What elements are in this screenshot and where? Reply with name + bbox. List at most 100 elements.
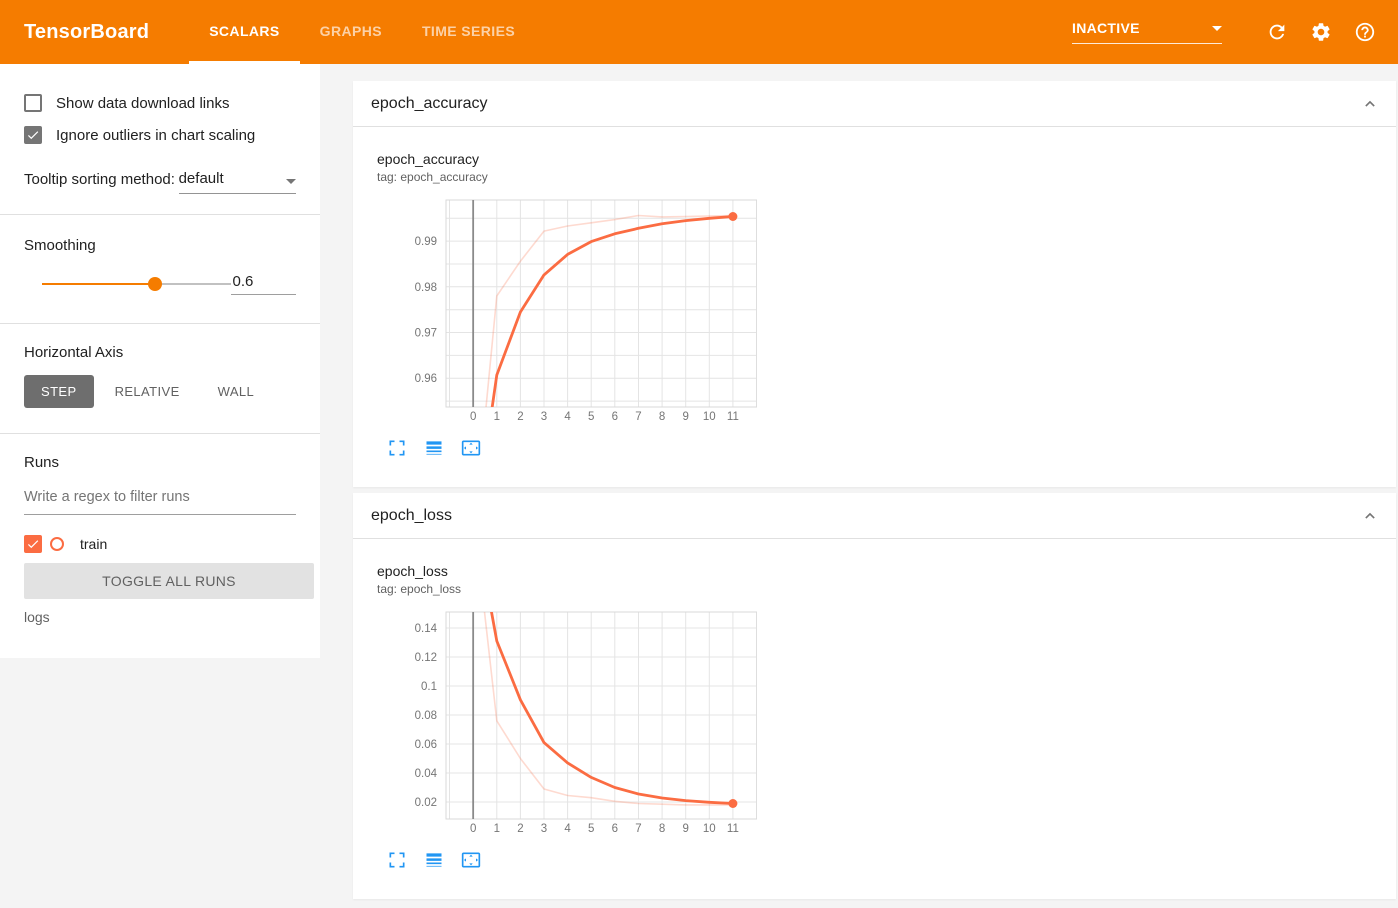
runs-filter-input[interactable] [24,481,296,515]
svg-text:0.96: 0.96 [415,373,437,385]
svg-text:0: 0 [470,411,476,423]
ignore-outliers-checkbox[interactable] [24,126,42,144]
loss-line-chart[interactable]: 0.02 0.04 0.06 0.08 0.1 0.12 0.14 0 1 2 3 4 5 6 7 8 9 10 1… [377,606,757,842]
dashboard-tabs: SCALARS GRAPHS TIME SERIES [189,0,535,64]
svg-text:0.04: 0.04 [415,768,438,780]
divider [0,433,320,434]
runs-label: Runs [24,454,60,471]
axis-relative-button[interactable]: RELATIVE [98,375,197,408]
horizontal-axis-label: Horizontal Axis [24,344,124,361]
slider-fill [42,283,156,285]
collapse-chevron-up-icon[interactable] [1360,506,1380,526]
settings-gear-icon[interactable] [1310,21,1332,43]
logdir-label: logs [24,609,50,625]
svg-text:2: 2 [517,823,523,835]
chart-tag: tag: epoch_accuracy [377,170,488,184]
chart-action-buttons [387,850,1396,870]
toolbar-controls: INACTIVE [1072,0,1398,64]
help-question-icon[interactable] [1354,21,1376,43]
reload-status-value: INACTIVE [1072,20,1140,36]
chart-tag: tag: epoch_loss [377,582,462,596]
section-title: epoch_accuracy [371,94,488,112]
svg-text:4: 4 [564,823,571,835]
line-weight-log-scale-icon[interactable] [424,438,444,458]
tooltip-sorting-label: Tooltip sorting method: [24,171,175,188]
svg-text:0.14: 0.14 [415,623,438,635]
svg-text:0.98: 0.98 [415,282,437,294]
app-title: TensorBoard [24,20,150,43]
axis-step-button[interactable]: STEP [24,375,94,408]
chart-title: epoch_accuracy [377,151,479,167]
svg-text:1: 1 [494,823,500,835]
refresh-icon[interactable] [1266,21,1288,43]
check-icon [27,540,39,549]
tab-time-series[interactable]: TIME SERIES [402,0,535,64]
fullscreen-expand-icon[interactable] [387,850,407,870]
svg-text:8: 8 [659,411,665,423]
chevron-down-icon [286,179,296,184]
tab-graphs[interactable]: GRAPHS [300,0,402,64]
slider-thumb[interactable] [148,277,163,291]
epoch-loss-card: epoch_loss tag: epoch_loss 0.02 0.04 0.06 0… [353,539,1396,899]
svg-text:0.06: 0.06 [415,739,437,751]
chevron-down-icon [1212,25,1222,31]
epoch-accuracy-card: epoch_accuracy tag: epoch_accuracy 0.96 0… [353,127,1396,487]
tooltip-sorting-select[interactable]: default [178,170,296,194]
svg-text:3: 3 [541,823,547,835]
line-weight-log-scale-icon[interactable] [424,850,444,870]
section-title: epoch_loss [371,506,452,524]
chart-title: epoch_loss [377,563,448,579]
divider [0,214,320,215]
fullscreen-expand-icon[interactable] [387,438,407,458]
svg-text:0.97: 0.97 [415,328,437,340]
smoothing-slider[interactable] [42,277,231,291]
smoothing-slider-row: 0.6 [24,273,296,295]
horizontal-axis-buttons: STEP RELATIVE WALL [24,375,296,408]
fit-domain-overscan-icon[interactable] [461,438,481,458]
tab-scalars[interactable]: SCALARS [189,0,300,64]
svg-text:11: 11 [727,823,739,835]
app-toolbar: TensorBoard SCALARS GRAPHS TIME SERIES I… [0,0,1398,64]
run-train-checkbox[interactable] [24,535,42,553]
accuracy-line-chart[interactable]: 0.96 0.97 0.98 0.99 0 1 2 3 4 5 6 7 8 9 10 11 [377,194,757,430]
svg-text:0.08: 0.08 [415,710,437,722]
svg-text:6: 6 [612,411,618,423]
show-download-links-checkbox[interactable] [24,94,42,112]
tooltip-sorting-row: Tooltip sorting method: default [24,170,296,194]
section-header-epoch-loss[interactable]: epoch_loss [353,493,1396,539]
svg-text:1: 1 [494,411,500,423]
svg-text:10: 10 [703,823,716,835]
run-row-train[interactable]: train [24,533,296,555]
svg-text:2: 2 [517,411,523,423]
svg-text:0.12: 0.12 [415,652,437,664]
reload-status-dropdown[interactable]: INACTIVE [1072,20,1222,44]
run-color-circle-icon[interactable] [50,537,64,551]
svg-text:4: 4 [564,411,571,423]
fit-domain-overscan-icon[interactable] [461,850,481,870]
scalars-main-pane: epoch_accuracy epoch_accuracy tag: epoch… [320,64,1398,899]
chart-action-buttons [387,438,1396,458]
section-header-epoch-accuracy[interactable]: epoch_accuracy [353,81,1396,127]
run-train-label: train [80,536,108,552]
svg-text:7: 7 [635,411,641,423]
show-download-links-label: Show data download links [56,94,230,112]
svg-text:10: 10 [703,411,716,423]
settings-sidebar: Show data download links Ignore outliers… [0,64,320,658]
smoothing-label: Smoothing [24,237,96,254]
check-icon [27,131,39,140]
smoothing-value-input[interactable]: 0.6 [230,273,296,295]
divider [0,323,320,324]
svg-text:7: 7 [635,823,641,835]
ignore-outliers-row[interactable]: Ignore outliers in chart scaling [24,124,296,146]
svg-text:5: 5 [588,411,594,423]
svg-text:3: 3 [541,411,547,423]
collapse-chevron-up-icon[interactable] [1360,94,1380,114]
svg-text:6: 6 [612,823,618,835]
axis-wall-button[interactable]: WALL [201,375,272,408]
svg-text:0.02: 0.02 [415,797,437,809]
toggle-all-runs-button[interactable]: TOGGLE ALL RUNS [24,563,314,599]
show-download-links-row[interactable]: Show data download links [24,92,296,114]
svg-text:9: 9 [682,411,688,423]
ignore-outliers-label: Ignore outliers in chart scaling [56,126,256,144]
svg-text:0: 0 [470,823,476,835]
